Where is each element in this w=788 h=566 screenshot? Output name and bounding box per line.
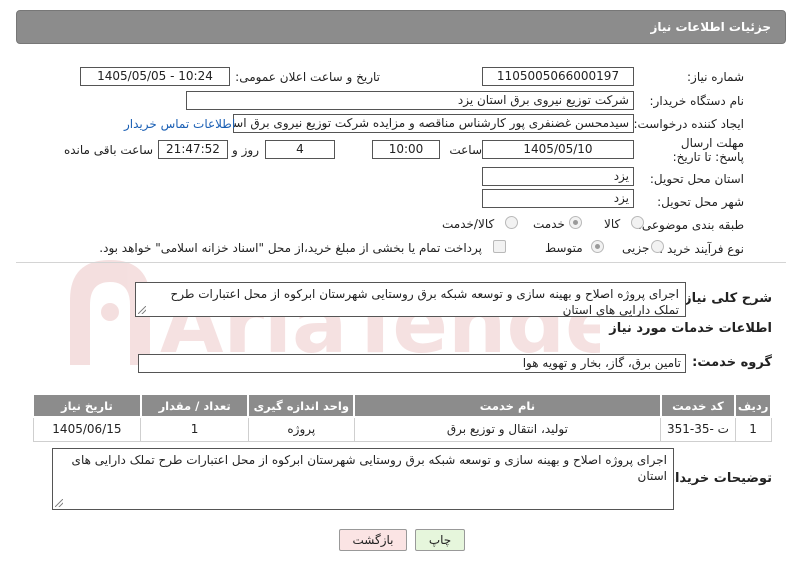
remaining-time-label: ساعت باقی مانده — [63, 143, 153, 157]
province-label: استان محل تحویل: — [649, 172, 744, 186]
deadline-time-field: 10:00 — [372, 140, 440, 159]
cell-name: تولید، انتقال و توزیع برق — [353, 416, 662, 442]
buyer-contact-link[interactable]: اطلاعات تماس خریدار — [124, 117, 235, 131]
cell-qty: 1 — [140, 416, 249, 442]
deadline-time-label: ساعت — [449, 143, 482, 157]
buyer-notes-textarea[interactable]: اجرای پروژه اصلاح و بهینه سازی و توسعه ش… — [52, 448, 674, 510]
resize-handle-icon[interactable] — [138, 306, 146, 314]
category-label: طبقه بندی موضوعی: — [637, 218, 744, 232]
announce-date-field: 1405/05/05 - 10:24 — [80, 67, 230, 86]
service-group-label: گروه خدمت: — [692, 355, 772, 370]
city-label: شهر محل تحویل: — [657, 195, 744, 209]
creator-label: ایجاد کننده درخواست: — [633, 117, 744, 131]
category-option-goods: کالا — [604, 217, 621, 231]
deadline-date-field: 1405/05/10 — [482, 140, 634, 159]
remaining-time-field: 21:47:52 — [158, 140, 228, 159]
deadline-label: مهلت ارسال پاسخ: تا تاریخ: — [672, 136, 744, 164]
treasury-payment-note: پرداخت تمام یا بخشی از مبلغ خرید،از محل … — [99, 241, 482, 255]
cell-date: 1405/06/15 — [32, 416, 142, 442]
category-option-service: خدمت — [533, 217, 565, 231]
col-code: کد خدمت — [659, 393, 737, 418]
buyer-notes-label: توضیحات خریدار: — [662, 471, 772, 486]
summary-textarea[interactable]: اجرای پروژه اصلاح و بهینه سازی و توسعه ش… — [135, 282, 686, 317]
services-section-title: اطلاعات خدمات مورد نیاز — [609, 321, 772, 336]
summary-label: شرح کلی نیاز: — [678, 291, 772, 306]
resize-handle-icon[interactable] — [55, 499, 63, 507]
buyer-org-field: شرکت توزیع نیروی برق استان یزد — [186, 91, 634, 110]
process-radio-medium[interactable] — [591, 240, 604, 253]
cell-row: 1 — [734, 416, 772, 442]
days-remaining-field: 4 — [265, 140, 335, 159]
col-qty: تعداد / مقدار — [139, 393, 250, 418]
col-date: تاریخ نیاز — [32, 393, 142, 418]
print-button[interactable]: چاپ — [415, 529, 465, 551]
treasury-payment-checkbox[interactable] — [493, 240, 506, 253]
city-field: یزد — [482, 189, 634, 208]
category-option-goods-service: کالا/خدمت — [442, 217, 495, 231]
category-radio-goods[interactable] — [631, 216, 644, 229]
services-table: ردیف کد خدمت نام خدمت واحد اندازه گیری ت… — [32, 393, 772, 442]
process-option-medium: متوسط — [545, 241, 583, 255]
province-field: یزد — [482, 167, 634, 186]
need-number-label: شماره نیاز: — [687, 70, 744, 84]
cell-unit: پروژه — [247, 416, 355, 442]
divider — [16, 262, 786, 263]
cell-code: ت -35-351 — [660, 416, 736, 442]
need-number-field: 1105005066000197 — [482, 67, 634, 86]
category-radio-service[interactable] — [569, 216, 582, 229]
announce-label: تاریخ و ساعت اعلان عمومی: — [235, 70, 380, 84]
page-title: جزئیات اطلاعات نیاز — [650, 20, 771, 34]
col-unit: واحد اندازه گیری — [247, 393, 356, 418]
header-bar: جزئیات اطلاعات نیاز — [16, 10, 786, 44]
process-option-minor: جزیی — [622, 241, 650, 255]
table-row: 1 ت -35-351 تولید، انتقال و توزیع برق پر… — [32, 416, 772, 442]
col-row: ردیف — [734, 393, 772, 418]
col-name: نام خدمت — [353, 393, 662, 418]
category-radio-goods-service[interactable] — [505, 216, 518, 229]
service-group-field: تامین برق، گاز، بخار و تهویه هوا — [138, 354, 686, 373]
process-label: نوع فرآیند خرید : — [659, 242, 744, 256]
creator-field: سیدمحسن غضنفری پور کارشناس مناقصه و مزای… — [233, 114, 634, 133]
summary-text: اجرای پروژه اصلاح و بهینه سازی و توسعه ش… — [170, 287, 680, 317]
buyer-org-label: نام دستگاه خریدار: — [649, 94, 745, 108]
services-table-header: ردیف کد خدمت نام خدمت واحد اندازه گیری ت… — [32, 393, 772, 418]
buyer-notes-text: اجرای پروژه اصلاح و بهینه سازی و توسعه ش… — [71, 453, 667, 483]
back-button[interactable]: بازگشت — [339, 529, 407, 551]
days-label: روز و — [232, 143, 259, 157]
process-radio-minor[interactable] — [651, 240, 664, 253]
